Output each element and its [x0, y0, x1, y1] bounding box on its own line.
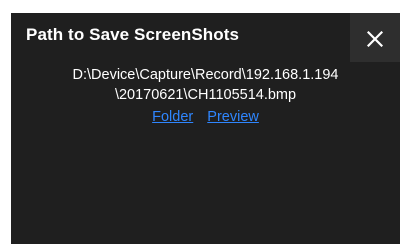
folder-link[interactable]: Folder: [152, 109, 193, 125]
dialog-content: D:\Device\Capture\Record\192.168.1.194 \…: [11, 65, 400, 127]
dialog-titlebar: Path to Save ScreenShots: [11, 13, 400, 62]
close-icon: [367, 31, 383, 47]
save-path-line-2: \20170621\CH1105514.bmp: [114, 87, 297, 103]
preview-link[interactable]: Preview: [207, 109, 259, 125]
save-path-line-1: D:\Device\Capture\Record\192.168.1.194: [72, 67, 339, 83]
screenshot-path-dialog: Path to Save ScreenShots D:\Device\Captu…: [11, 13, 400, 244]
dialog-title: Path to Save ScreenShots: [26, 25, 240, 44]
close-button[interactable]: [350, 13, 400, 62]
action-links: Folder Preview: [11, 107, 400, 127]
